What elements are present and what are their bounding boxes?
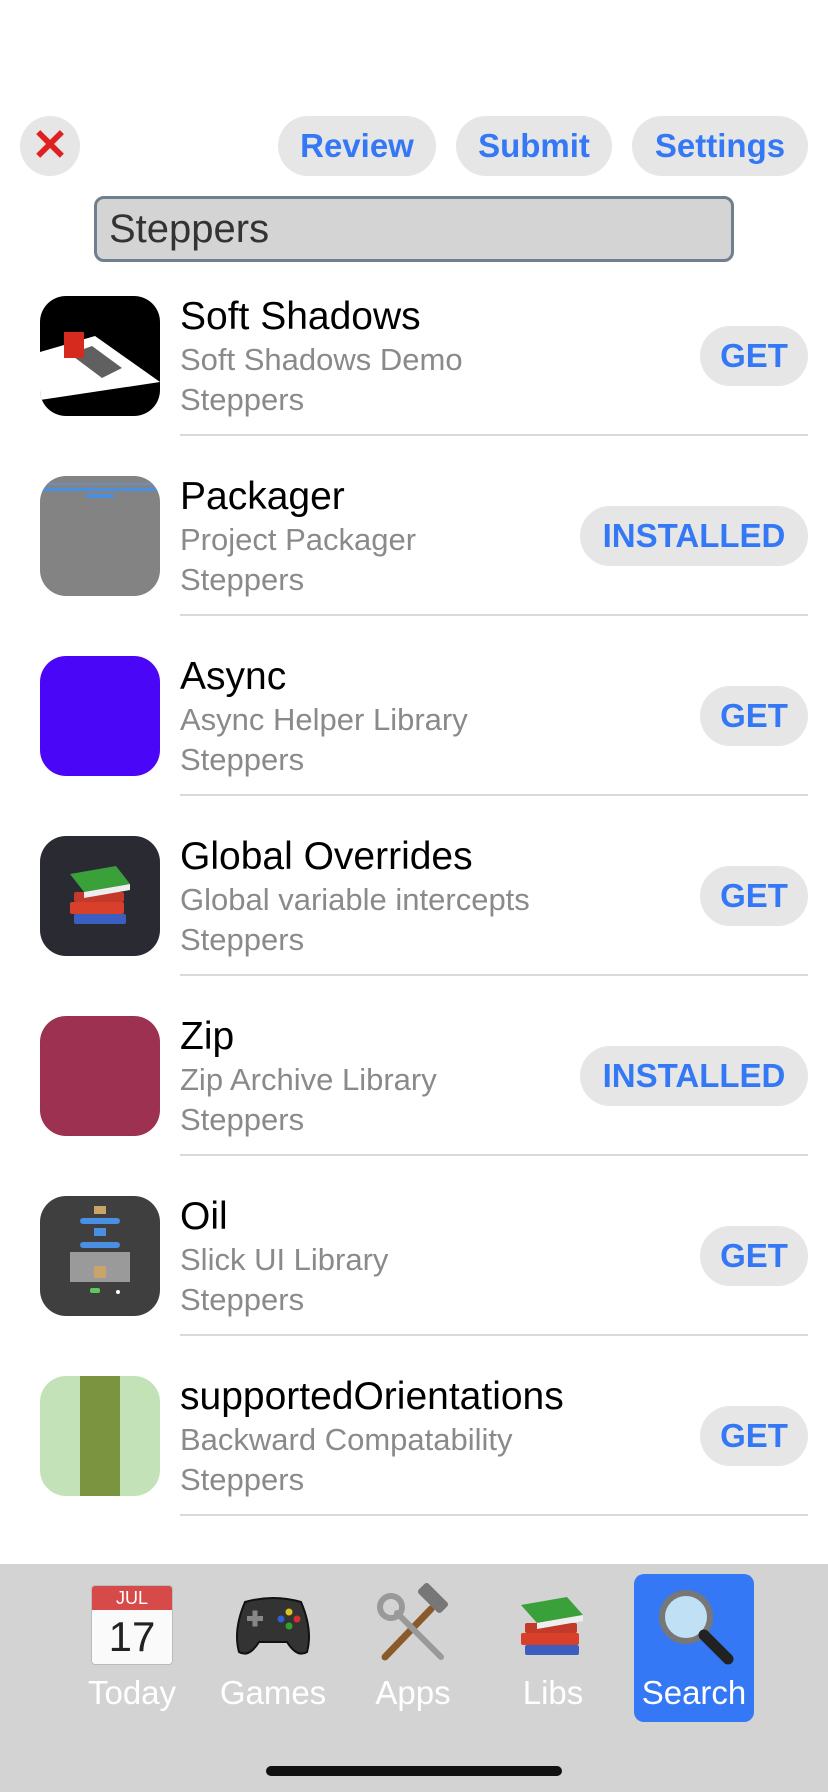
zip-app-icon (40, 1016, 160, 1136)
app-row-supported-orientations[interactable]: supportedOrientations Backward Compatabi… (0, 1374, 828, 1554)
app-author: Steppers (180, 562, 305, 597)
app-description: Zip Archive Library (180, 1062, 437, 1097)
tab-bar: JUL 17 Today Games Apps Libs Search (0, 1564, 828, 1792)
row-divider (180, 1514, 808, 1516)
soft-shadows-app-icon (40, 296, 160, 416)
tools-icon (371, 1582, 455, 1668)
get-button[interactable]: GET (700, 686, 808, 746)
tab-label: Apps (375, 1674, 451, 1711)
tab-label: Libs (522, 1674, 584, 1711)
get-button[interactable]: GET (700, 326, 808, 386)
app-author: Steppers (180, 1102, 305, 1137)
app-name: Async (180, 655, 287, 698)
tab-label: Games (219, 1674, 327, 1711)
app-author: Steppers (180, 922, 305, 957)
books-icon (511, 1582, 595, 1668)
gamepad-icon (231, 1582, 315, 1668)
tab-label: Today (87, 1674, 177, 1711)
tab-today[interactable]: JUL 17 Today (72, 1574, 192, 1722)
close-icon: ✕ (31, 121, 69, 170)
app-name: Packager (180, 475, 345, 518)
home-indicator (266, 1766, 562, 1776)
app-row-soft-shadows[interactable]: Soft Shadows Soft Shadows Demo Steppers … (0, 294, 828, 474)
app-name: Soft Shadows (180, 295, 421, 338)
row-divider (180, 1334, 808, 1336)
row-divider (180, 794, 808, 796)
top-bar: ✕ Review Submit Settings (0, 0, 828, 180)
app-list: Soft Shadows Soft Shadows Demo Steppers … (0, 294, 828, 1554)
tab-apps[interactable]: Apps (353, 1574, 473, 1722)
search-input-value: Steppers (109, 206, 270, 251)
app-row-async[interactable]: Async Async Helper Library Steppers GET (0, 654, 828, 834)
review-button[interactable]: Review (278, 116, 436, 176)
oil-app-icon (40, 1196, 160, 1316)
books-app-icon (40, 836, 160, 956)
app-name: Zip (180, 1015, 235, 1058)
submit-button[interactable]: Submit (456, 116, 612, 176)
orientations-app-icon (40, 1376, 160, 1496)
app-row-oil[interactable]: Oil Slick UI Library Steppers GET (0, 1194, 828, 1374)
packager-app-icon (40, 476, 160, 596)
row-divider (180, 434, 808, 436)
app-description: Global variable intercepts (180, 882, 530, 917)
get-button[interactable]: GET (700, 1406, 808, 1466)
app-description: Project Packager (180, 522, 417, 557)
tab-label: Search (641, 1674, 747, 1711)
row-divider (180, 1154, 808, 1156)
app-row-global-overrides[interactable]: Global Overrides Global variable interce… (0, 834, 828, 1014)
magnifier-icon (652, 1582, 736, 1668)
app-description: Slick UI Library (180, 1242, 389, 1277)
search-input[interactable]: Steppers (94, 196, 734, 262)
app-row-packager[interactable]: Packager Project Packager Steppers INSTA… (0, 474, 828, 654)
app-description: Backward Compatability (180, 1422, 513, 1457)
tab-search[interactable]: Search (634, 1574, 754, 1722)
app-author: Steppers (180, 1282, 305, 1317)
tab-games[interactable]: Games (213, 1574, 333, 1722)
row-divider (180, 614, 808, 616)
installed-button[interactable]: INSTALLED (580, 1046, 808, 1106)
close-button[interactable]: ✕ (20, 116, 80, 176)
app-name: supportedOrientations (180, 1375, 564, 1418)
app-description: Async Helper Library (180, 702, 468, 737)
app-row-zip[interactable]: Zip Zip Archive Library Steppers INSTALL… (0, 1014, 828, 1194)
settings-button[interactable]: Settings (632, 116, 808, 176)
app-name: Global Overrides (180, 835, 473, 878)
installed-button[interactable]: INSTALLED (580, 506, 808, 566)
async-app-icon (40, 656, 160, 776)
app-name: Oil (180, 1195, 228, 1238)
row-divider (180, 974, 808, 976)
app-description: Soft Shadows Demo (180, 342, 463, 377)
get-button[interactable]: GET (700, 1226, 808, 1286)
tab-libs[interactable]: Libs (493, 1574, 613, 1722)
get-button[interactable]: GET (700, 866, 808, 926)
calendar-icon: JUL 17 (91, 1582, 173, 1668)
app-author: Steppers (180, 382, 305, 417)
app-author: Steppers (180, 1462, 305, 1497)
app-author: Steppers (180, 742, 305, 777)
